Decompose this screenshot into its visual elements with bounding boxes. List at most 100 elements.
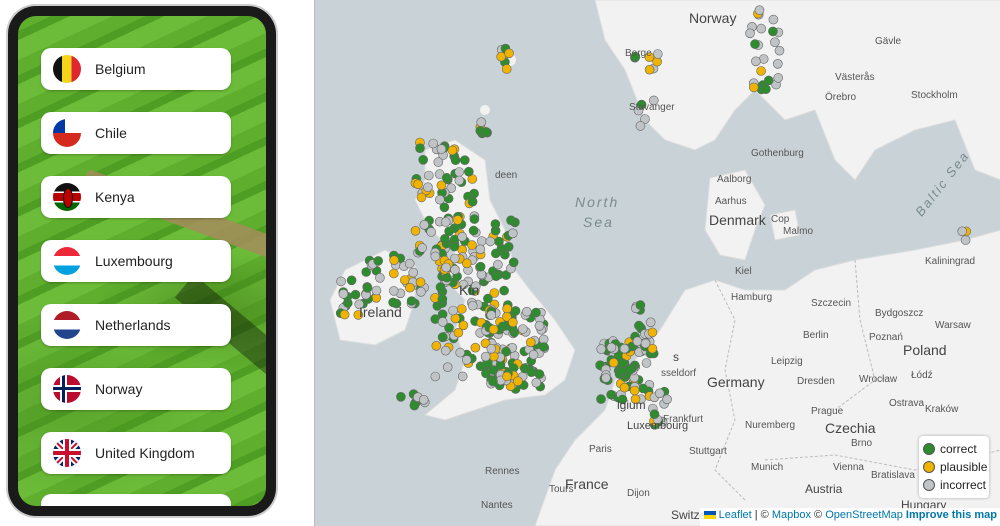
observation-marker[interactable] bbox=[638, 383, 648, 394]
observation-marker[interactable] bbox=[601, 373, 611, 383]
observation-marker[interactable] bbox=[773, 73, 784, 83]
observation-marker[interactable] bbox=[415, 143, 425, 153]
observation-marker[interactable] bbox=[416, 192, 427, 203]
observation-marker[interactable] bbox=[534, 369, 545, 379]
observation-marker[interactable] bbox=[476, 117, 487, 127]
observation-marker[interactable] bbox=[350, 289, 361, 300]
observation-marker[interactable] bbox=[754, 5, 765, 15]
observation-marker[interactable] bbox=[635, 300, 646, 310]
observation-marker[interactable] bbox=[436, 180, 447, 191]
observation-marker[interactable] bbox=[490, 219, 501, 229]
observation-marker[interactable] bbox=[488, 376, 498, 387]
observation-marker[interactable] bbox=[457, 371, 468, 382]
observation-marker[interactable] bbox=[461, 355, 472, 365]
observation-marker[interactable] bbox=[617, 358, 628, 369]
country-option-norway[interactable]: Norway bbox=[41, 368, 231, 410]
observation-marker[interactable] bbox=[404, 258, 415, 269]
observation-marker[interactable] bbox=[596, 394, 606, 404]
observation-marker[interactable] bbox=[748, 82, 759, 93]
observation-marker[interactable] bbox=[467, 300, 478, 311]
observation-marker[interactable] bbox=[485, 236, 496, 247]
observation-marker[interactable] bbox=[389, 286, 399, 296]
observation-marker[interactable] bbox=[501, 64, 512, 74]
country-option-belgium[interactable]: Belgium bbox=[41, 48, 231, 90]
observation-marker[interactable] bbox=[454, 175, 465, 186]
observation-marker[interactable] bbox=[499, 285, 509, 296]
observation-marker[interactable] bbox=[400, 275, 410, 285]
country-option-chile[interactable]: Chile bbox=[41, 112, 231, 154]
observation-marker[interactable] bbox=[644, 64, 655, 75]
observation-marker[interactable] bbox=[440, 217, 451, 227]
observation-marker[interactable] bbox=[483, 293, 493, 304]
observation-marker[interactable] bbox=[442, 272, 452, 283]
observation-marker[interactable] bbox=[426, 227, 436, 237]
observation-marker[interactable] bbox=[452, 215, 463, 225]
openstreetmap-link[interactable]: OpenStreetMap bbox=[825, 509, 903, 521]
observation-marker[interactable] bbox=[371, 285, 382, 296]
observation-marker[interactable] bbox=[629, 385, 640, 396]
observation-marker[interactable] bbox=[449, 241, 460, 252]
observation-marker[interactable] bbox=[526, 367, 537, 378]
observation-marker[interactable] bbox=[502, 303, 512, 314]
observation-marker[interactable] bbox=[486, 343, 497, 354]
observation-marker[interactable] bbox=[430, 371, 441, 382]
observation-marker[interactable] bbox=[617, 366, 627, 377]
observation-marker[interactable] bbox=[462, 258, 472, 269]
observation-marker[interactable] bbox=[772, 58, 783, 69]
observation-marker[interactable] bbox=[625, 364, 635, 375]
observation-marker[interactable] bbox=[437, 317, 448, 327]
observation-marker[interactable] bbox=[508, 228, 518, 239]
observation-marker[interactable] bbox=[774, 45, 785, 56]
observation-marker[interactable] bbox=[419, 220, 430, 230]
country-option-united-kingdom[interactable]: United Kingdom bbox=[41, 432, 231, 474]
observation-marker[interactable] bbox=[455, 347, 465, 358]
observation-marker[interactable] bbox=[433, 157, 444, 167]
observation-marker[interactable] bbox=[389, 268, 399, 279]
observation-marker[interactable] bbox=[506, 215, 516, 226]
observation-marker[interactable] bbox=[416, 286, 426, 297]
observation-marker[interactable] bbox=[957, 226, 968, 237]
observation-marker[interactable] bbox=[467, 196, 478, 207]
observation-marker[interactable] bbox=[396, 391, 406, 402]
map-view[interactable]: Norway Berge Stavanger Gävle Västerås Ör… bbox=[314, 0, 1000, 526]
leaflet-link[interactable]: Leaflet bbox=[719, 509, 752, 521]
observation-marker[interactable] bbox=[504, 48, 514, 59]
observation-marker[interactable] bbox=[497, 321, 508, 332]
observation-marker[interactable] bbox=[652, 49, 663, 59]
observation-marker[interactable] bbox=[469, 214, 480, 224]
observation-marker[interactable] bbox=[481, 127, 491, 137]
observation-marker[interactable] bbox=[430, 251, 441, 262]
observation-marker[interactable] bbox=[470, 342, 481, 353]
observation-marker[interactable] bbox=[518, 324, 528, 334]
country-option-partial[interactable] bbox=[41, 494, 231, 506]
observation-marker[interactable] bbox=[436, 144, 447, 154]
observation-marker[interactable] bbox=[440, 345, 451, 356]
observation-marker[interactable] bbox=[406, 296, 417, 306]
observation-marker[interactable] bbox=[649, 409, 660, 420]
observation-marker[interactable] bbox=[531, 377, 542, 388]
observation-marker[interactable] bbox=[423, 182, 433, 192]
observation-marker[interactable] bbox=[745, 28, 755, 39]
improve-map-link[interactable]: Improve this map bbox=[906, 509, 997, 521]
observation-marker[interactable] bbox=[480, 351, 491, 362]
observation-marker[interactable] bbox=[464, 166, 474, 177]
observation-marker[interactable] bbox=[508, 317, 518, 328]
observation-marker[interactable] bbox=[362, 282, 373, 293]
observation-marker[interactable] bbox=[408, 267, 418, 278]
observation-marker[interactable] bbox=[750, 39, 760, 49]
observation-marker[interactable] bbox=[763, 75, 774, 86]
observation-marker[interactable] bbox=[619, 343, 630, 354]
observation-marker[interactable] bbox=[635, 121, 646, 131]
observation-marker[interactable] bbox=[468, 225, 479, 236]
observation-marker[interactable] bbox=[960, 235, 971, 245]
observation-marker[interactable] bbox=[768, 14, 779, 25]
observation-marker[interactable] bbox=[491, 271, 501, 282]
observation-marker[interactable] bbox=[438, 332, 448, 342]
observation-marker[interactable] bbox=[346, 275, 357, 286]
observation-marker[interactable] bbox=[457, 304, 467, 314]
mapbox-link[interactable]: Mapbox bbox=[772, 509, 811, 521]
observation-marker[interactable] bbox=[477, 236, 487, 246]
observation-marker[interactable] bbox=[450, 155, 461, 165]
observation-marker[interactable] bbox=[441, 173, 452, 183]
observation-marker[interactable] bbox=[440, 234, 450, 244]
